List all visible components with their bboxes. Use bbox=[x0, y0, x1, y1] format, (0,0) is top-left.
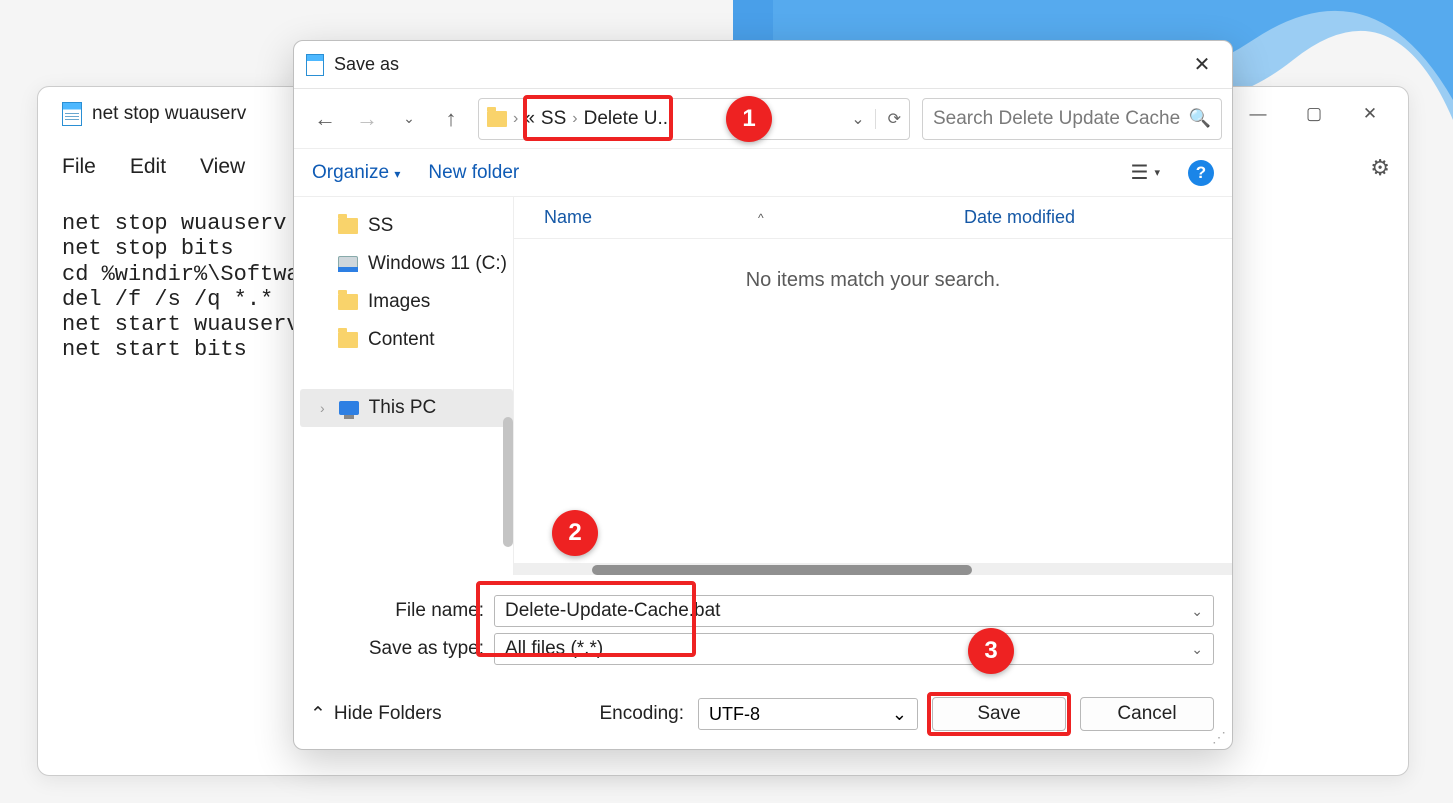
drive-icon bbox=[338, 256, 358, 272]
dialog-close-button[interactable]: ✕ bbox=[1180, 49, 1224, 81]
tree-item-content[interactable]: Content bbox=[314, 321, 513, 359]
save-type-select[interactable]: All files (*.*)⌄ bbox=[494, 633, 1214, 665]
dialog-titlebar[interactable]: Save as ✕ bbox=[294, 41, 1232, 89]
breadcrumb-overflow[interactable]: « bbox=[524, 108, 535, 130]
maximize-button[interactable]: ▢ bbox=[1286, 94, 1342, 134]
save-as-dialog: Save as ✕ ← → ⌄ ↑ › « SS › Delete U... ⌄… bbox=[293, 40, 1233, 750]
save-type-label: Save as type: bbox=[312, 638, 494, 660]
help-button[interactable]: ? bbox=[1188, 160, 1214, 186]
file-name-input[interactable]: Delete-Update-Cache.bat⌄ bbox=[494, 595, 1214, 627]
menu-view[interactable]: View bbox=[200, 155, 245, 179]
column-name[interactable]: Name bbox=[544, 207, 592, 228]
menu-edit[interactable]: Edit bbox=[130, 155, 166, 179]
annotation-callout-3: 3 bbox=[968, 628, 1014, 674]
menu-file[interactable]: File bbox=[62, 155, 96, 179]
save-button[interactable]: Save bbox=[932, 697, 1066, 731]
tree-item-ss[interactable]: SS bbox=[314, 207, 513, 245]
file-list-header: Name ^ Date modified bbox=[514, 197, 1232, 239]
settings-icon[interactable]: ⚙ bbox=[1370, 155, 1390, 181]
chevron-down-icon[interactable]: ⌄ bbox=[892, 704, 907, 725]
folder-tree[interactable]: SS Windows 11 (C:) Images Content ›This … bbox=[294, 197, 514, 575]
folder-icon bbox=[338, 294, 358, 310]
chevron-up-icon: ⌃ bbox=[310, 703, 326, 726]
chevron-down-icon: ▾ bbox=[394, 167, 400, 181]
tree-item-this-pc[interactable]: ›This PC bbox=[300, 389, 513, 427]
chevron-down-icon[interactable]: ⌄ bbox=[1191, 603, 1203, 620]
chevron-down-icon[interactable]: ⌄ bbox=[1191, 641, 1203, 658]
notepad-app-icon bbox=[62, 102, 82, 126]
breadcrumb-separator: › bbox=[513, 110, 518, 128]
cancel-button[interactable]: Cancel bbox=[1080, 697, 1214, 731]
dialog-footer: ⌃Hide Folders Encoding: UTF-8⌄ Save Canc… bbox=[294, 679, 1232, 749]
tree-item-images[interactable]: Images bbox=[314, 283, 513, 321]
annotation-callout-1: 1 bbox=[726, 96, 772, 142]
search-placeholder: Search Delete Update Cache bbox=[933, 108, 1180, 130]
annotation-callout-2: 2 bbox=[552, 510, 598, 556]
dialog-fields: File name: Delete-Update-Cache.bat⌄ Save… bbox=[294, 575, 1232, 679]
folder-icon bbox=[338, 332, 358, 348]
file-list[interactable]: Name ^ Date modified No items match your … bbox=[514, 197, 1232, 575]
breadcrumb-separator: › bbox=[572, 110, 577, 128]
view-options-button[interactable]: ☰ ▾ bbox=[1131, 160, 1160, 185]
nav-back-button[interactable]: ← bbox=[304, 98, 346, 140]
tree-item-drive-c[interactable]: Windows 11 (C:) bbox=[314, 245, 513, 283]
nav-history-dropdown[interactable]: ⌄ bbox=[388, 98, 430, 140]
address-bar[interactable]: › « SS › Delete U... ⌄ ⟳ bbox=[478, 98, 910, 140]
search-input[interactable]: Search Delete Update Cache 🔍 bbox=[922, 98, 1222, 140]
chevron-right-icon: › bbox=[320, 400, 325, 416]
refresh-button[interactable]: ⟳ bbox=[875, 109, 901, 129]
minimize-button[interactable]: — bbox=[1230, 94, 1286, 134]
file-name-label: File name: bbox=[312, 600, 494, 622]
dialog-title: Save as bbox=[334, 54, 399, 75]
breadcrumb-item-current[interactable]: Delete U... bbox=[584, 108, 674, 130]
folder-icon bbox=[487, 111, 507, 127]
h-scrollbar-thumb[interactable] bbox=[592, 565, 972, 575]
new-folder-button[interactable]: New folder bbox=[428, 162, 519, 184]
close-button[interactable]: ✕ bbox=[1342, 94, 1398, 134]
empty-message: No items match your search. bbox=[514, 239, 1232, 322]
organize-menu[interactable]: Organize ▾ bbox=[312, 162, 400, 184]
encoding-select[interactable]: UTF-8⌄ bbox=[698, 698, 918, 730]
dialog-app-icon bbox=[306, 54, 324, 76]
breadcrumb-item-ss[interactable]: SS bbox=[541, 108, 566, 130]
pc-icon bbox=[339, 401, 359, 415]
address-dropdown-icon[interactable]: ⌄ bbox=[851, 109, 864, 129]
hide-folders-button[interactable]: ⌃Hide Folders bbox=[304, 703, 442, 726]
dialog-toolbar: Organize ▾ New folder ☰ ▾ ? bbox=[294, 149, 1232, 197]
tree-scrollbar[interactable] bbox=[503, 417, 513, 547]
nav-up-button[interactable]: ↑ bbox=[430, 98, 472, 140]
nav-forward-button[interactable]: → bbox=[346, 98, 388, 140]
folder-icon bbox=[338, 218, 358, 234]
sort-ascending-icon[interactable]: ^ bbox=[758, 211, 764, 225]
resize-grip[interactable]: ⋰ bbox=[1212, 729, 1226, 743]
search-icon: 🔍 bbox=[1189, 108, 1211, 129]
encoding-label: Encoding: bbox=[599, 703, 684, 725]
column-date[interactable]: Date modified bbox=[964, 207, 1075, 228]
